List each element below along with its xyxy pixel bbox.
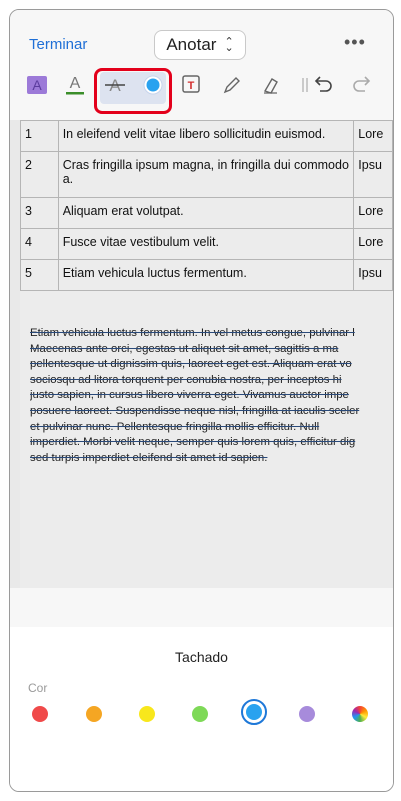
top-bar: Terminar Anotar ⌃ ⌄ ••• A A A T — [10, 10, 393, 120]
chevron-updown-icon: ⌃ ⌄ — [224, 36, 234, 54]
color-swatch-blue-selected[interactable] — [241, 699, 267, 725]
eraser-icon — [263, 78, 278, 94]
color-swatch-yellow[interactable] — [139, 706, 155, 722]
row-number: 4 — [20, 228, 59, 260]
eraser-tool[interactable] — [256, 68, 286, 102]
done-button[interactable]: Terminar — [29, 36, 87, 53]
table-row: 1 In eleifend velit vitae libero sollici… — [20, 120, 393, 152]
highlight-tool[interactable]: A — [22, 68, 52, 102]
table-row: 2 Cras fringilla ipsum magna, in fringil… — [20, 151, 393, 198]
paragraph-line: sed turpis imperdiet eleifend sit amet i… — [30, 451, 268, 464]
row-extra: Ipsu — [353, 151, 393, 198]
underline-tool[interactable]: A — [60, 68, 90, 102]
paragraph-line: pellentesque ut dignissim quis, laoreet … — [30, 358, 352, 371]
strikethrough-options-sheet: Tachado Cor — [10, 627, 393, 791]
document-area: 1 In eleifend velit vitae libero sollici… — [10, 120, 393, 700]
strikethrough-tool[interactable]: A — [100, 68, 130, 102]
sheet-title: Tachado — [175, 649, 228, 665]
row-extra: Ipsu — [353, 259, 393, 291]
row-number: 3 — [20, 197, 59, 229]
highlight-icon: A — [27, 76, 47, 94]
color-tool[interactable] — [138, 68, 168, 102]
row-number: 1 — [20, 120, 59, 152]
mode-label: Anotar — [166, 35, 217, 54]
row-extra: Lore — [353, 228, 393, 260]
paragraph-line: Maecenas ante orci, egestas ut aliquet s… — [30, 342, 339, 355]
paragraph-line: imperdiet. Morbi velit neque, semper qui… — [30, 436, 356, 449]
row-number: 2 — [20, 151, 59, 198]
table-row: 4 Fusce vitae vestibulum velit. Lore — [20, 228, 393, 260]
mode-selector[interactable]: Anotar ⌃ ⌄ — [154, 30, 246, 60]
data-table: 1 In eleifend velit vitae libero sollici… — [20, 120, 393, 291]
table-row: 5 Etiam vehicula luctus fermentum. Ipsu — [20, 259, 393, 291]
annotation-toolbar: A A A T — [10, 68, 393, 108]
row-text: Aliquam erat volutpat. — [57, 197, 355, 229]
struck-paragraph[interactable]: Etiam vehicula luctus fermentum. In vel … — [30, 326, 393, 466]
strikethrough-icon: A — [105, 76, 125, 95]
document-page: 1 In eleifend velit vitae libero sollici… — [20, 120, 393, 588]
text-box-tool[interactable]: T — [177, 68, 207, 102]
pencil-icon — [223, 77, 240, 94]
undo-tool[interactable] — [308, 68, 338, 102]
row-text: Etiam vehicula luctus fermentum. — [57, 259, 355, 291]
paragraph-line: justo sapien, in cursus libero viverra e… — [30, 389, 349, 402]
paragraph-line: Etiam vehicula luctus fermentum. In vel … — [30, 327, 355, 339]
color-swatch-purple[interactable] — [299, 706, 315, 722]
color-swatch-green[interactable] — [192, 706, 208, 722]
row-text: In eleifend velit vitae libero sollicitu… — [57, 120, 355, 152]
app-frame: Terminar Anotar ⌃ ⌄ ••• A A A T 1 In ele… — [9, 9, 394, 792]
color-dot-icon — [143, 75, 163, 95]
svg-text:A: A — [70, 75, 81, 92]
paragraph-line: posuere laoreet. Suspendisse neque nisl,… — [30, 404, 360, 417]
undo-icon — [314, 76, 332, 92]
table-row: 3 Aliquam erat volutpat. Lore — [20, 197, 393, 229]
color-label: Cor — [28, 681, 48, 695]
pencil-tool[interactable] — [217, 68, 247, 102]
more-button[interactable]: ••• — [344, 32, 366, 53]
color-swatch-red[interactable] — [32, 706, 48, 722]
row-text: Cras fringilla ipsum magna, in fringilla… — [57, 151, 355, 198]
paragraph-line: et pulvinar nunc. Pellentesque fringilla… — [30, 420, 320, 433]
redo-tool[interactable] — [347, 68, 377, 102]
row-text: Fusce vitae vestibulum velit. — [57, 228, 355, 260]
color-swatch-orange[interactable] — [86, 706, 102, 722]
underline-icon: A — [66, 75, 84, 95]
redo-icon — [353, 76, 371, 92]
row-number: 5 — [20, 259, 59, 291]
svg-text:A: A — [32, 77, 42, 93]
text-box-icon: T — [182, 75, 200, 93]
row-extra: Lore — [353, 197, 393, 229]
paragraph-line: sociosqu ad litora torquent per conubia … — [30, 373, 342, 386]
color-picker-icon[interactable] — [352, 706, 368, 722]
svg-text:T: T — [188, 80, 195, 92]
row-extra: Lore — [353, 120, 393, 152]
